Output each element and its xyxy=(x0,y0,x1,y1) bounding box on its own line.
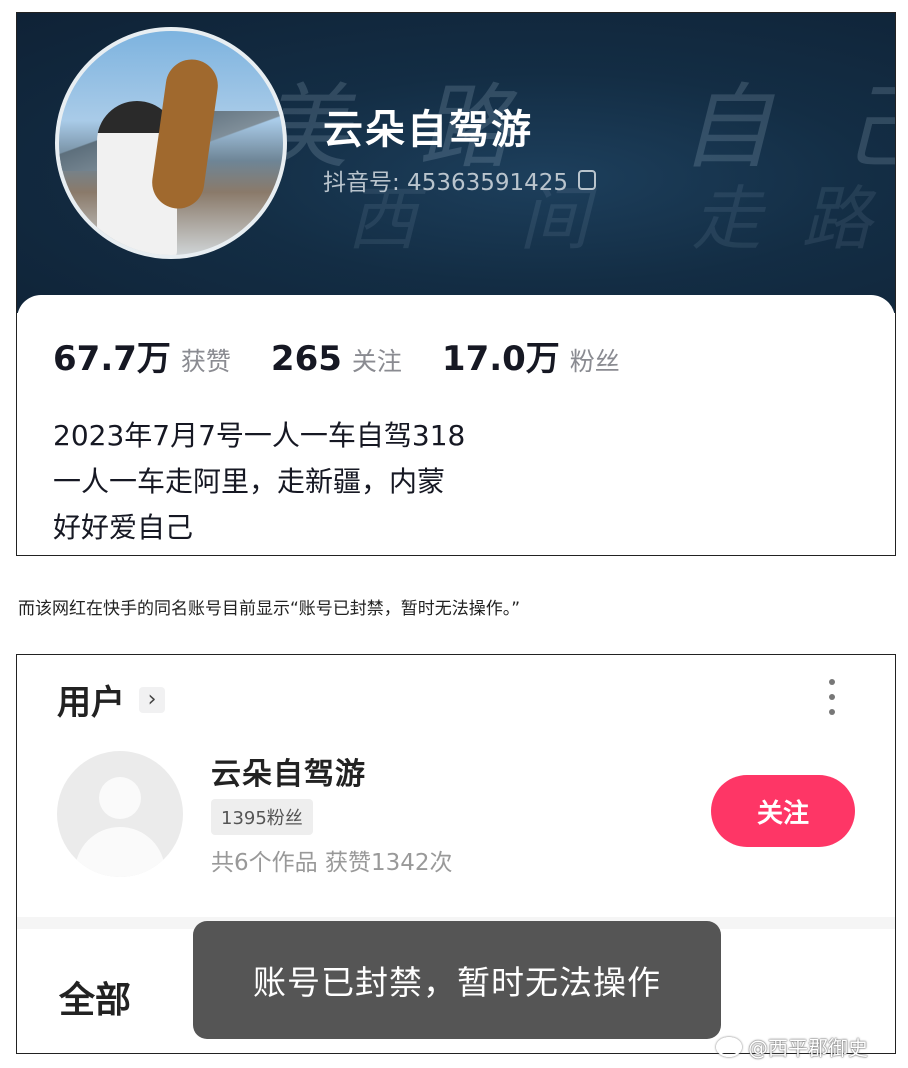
kuaishou-search-screenshot: 用户 › 云朵自驾游 1395粉丝 共6个作品 获赞1342次 关注 全部 账号… xyxy=(16,654,896,1054)
follow-button[interactable]: 关注 xyxy=(711,775,855,847)
stat-likes-value: 67.7万 xyxy=(53,339,171,379)
profile-stats: 67.7万 获赞 265 关注 17.0万 粉丝 xyxy=(53,331,660,380)
bio-line: 一人一车走阿里，走新疆，内蒙 xyxy=(53,465,446,498)
douyin-id: 抖音号: 45363591425 xyxy=(323,163,597,197)
stat-following[interactable]: 265 关注 xyxy=(271,339,402,379)
tab-all[interactable]: 全部 xyxy=(59,971,131,1023)
fans-count-badge: 1395粉丝 xyxy=(211,799,313,835)
bio-line: 好好爱自己 xyxy=(53,511,194,544)
users-section-title: 用户 xyxy=(57,683,125,723)
profile-info-card: 67.7万 获赞 265 关注 17.0万 粉丝 2023年7月7号一人一车自驾… xyxy=(17,295,895,555)
more-options-icon[interactable] xyxy=(827,679,837,715)
article-caption: 而该网红在快手的同名账号目前显示“账号已封禁，暂时无法操作。” xyxy=(18,599,521,619)
watermark-text: @西平郡御史 xyxy=(748,1036,868,1060)
douyin-profile-screenshot: 美路 自己走 西 间 走路 云朵自驾游 抖音号: 45363591425 67.… xyxy=(16,12,896,556)
user-name[interactable]: 云朵自驾游 xyxy=(211,749,366,793)
weibo-watermark: @西平郡御史 xyxy=(716,1032,868,1061)
stat-followers[interactable]: 17.0万 粉丝 xyxy=(442,331,620,380)
profile-name: 云朵自驾游 xyxy=(323,107,533,153)
account-banned-toast: 账号已封禁，暂时无法操作 xyxy=(193,921,721,1039)
bio-line: 2023年7月7号一人一车自驾318 xyxy=(53,419,466,452)
user-avatar-placeholder[interactable] xyxy=(57,751,183,877)
stat-followers-value: 17.0万 xyxy=(441,339,560,379)
stat-following-label: 关注 xyxy=(351,347,402,376)
stat-likes-label: 获赞 xyxy=(180,347,231,376)
stat-following-value: 265 xyxy=(270,339,342,379)
weibo-icon xyxy=(716,1036,742,1057)
chevron-right-icon[interactable]: › xyxy=(139,686,165,713)
copy-icon[interactable] xyxy=(578,170,597,190)
profile-bio: 2023年7月7号一人一车自驾318 一人一车走阿里，走新疆，内蒙 好好爱自己 xyxy=(53,413,465,551)
profile-banner: 美路 自己走 西 间 走路 云朵自驾游 抖音号: 45363591425 xyxy=(17,13,895,313)
douyin-id-text: 抖音号: 45363591425 xyxy=(323,170,569,196)
profile-avatar[interactable] xyxy=(55,27,287,259)
stat-followers-label: 粉丝 xyxy=(569,347,620,376)
stat-likes[interactable]: 67.7万 获赞 xyxy=(53,331,231,380)
users-section-header[interactable]: 用户 › xyxy=(57,675,165,724)
works-likes-summary: 共6个作品 获赞1342次 xyxy=(211,850,453,876)
